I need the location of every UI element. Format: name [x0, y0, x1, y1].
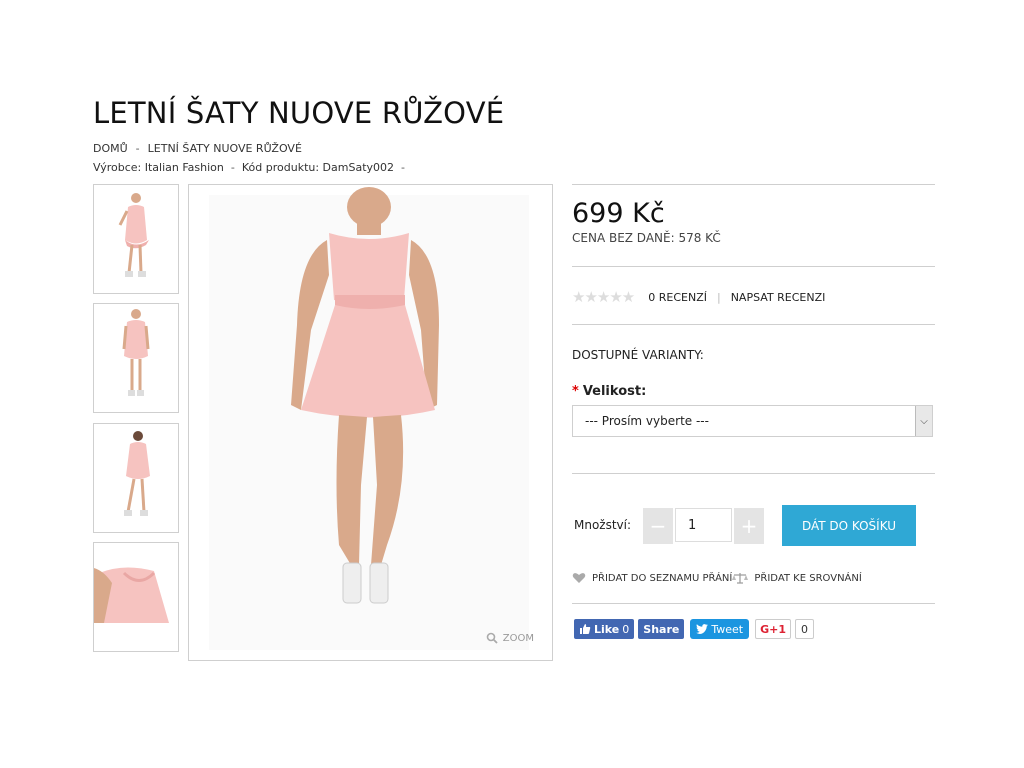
divider — [572, 184, 935, 185]
divider — [572, 473, 935, 474]
compare-label: PŘIDAT KE SROVNÁNÍ — [754, 572, 862, 584]
dress-model-image — [209, 187, 529, 650]
thumbnail-2[interactable] — [93, 303, 179, 413]
heart-icon — [572, 573, 586, 583]
size-label: * Velikost: — [572, 384, 646, 399]
scale-icon — [732, 573, 749, 584]
add-to-wishlist-link[interactable]: PŘIDAT DO SEZNAMU PŘÁNÍ — [572, 572, 732, 584]
separator: | — [716, 290, 721, 304]
product-meta: Výrobce: Italian Fashion - Kód produktu: D… — [93, 161, 406, 174]
reviews-count-link[interactable]: 0 RECENZÍ — [648, 291, 707, 304]
social-buttons: Like 0 Share Tweet G+1 0 — [574, 619, 814, 639]
google-plus-button[interactable]: G+1 — [755, 619, 791, 639]
add-to-cart-button[interactable]: DÁT DO KOŠÍKU — [782, 505, 916, 546]
facebook-like-button[interactable]: Like 0 — [574, 619, 635, 639]
page-title: LETNÍ ŠATY NUOVE RŮŽOVÉ — [93, 96, 505, 130]
zoom-control[interactable]: ZOOM — [486, 632, 534, 644]
thumbnail-1[interactable] — [93, 184, 179, 294]
divider — [572, 603, 935, 604]
rating-stars: ★★★★★ — [572, 288, 635, 306]
tweet-label: Tweet — [711, 622, 744, 636]
divider — [572, 324, 935, 325]
quantity-decrease-button[interactable]: − — [643, 508, 673, 544]
price-without-tax: CENA BEZ DANĚ: 578 KČ — [572, 231, 721, 245]
main-product-image[interactable]: ZOOM — [188, 184, 553, 661]
product-code: Kód produktu: DamSaty002 — [241, 161, 395, 174]
size-select-value: --- Prosím vyberte --- — [585, 414, 709, 428]
twitter-bird-icon — [696, 624, 709, 634]
wishlist-label: PŘIDAT DO SEZNAMU PŘÁNÍ — [592, 572, 733, 584]
thumbnail-3[interactable] — [93, 423, 179, 533]
wishlist-compare-row: PŘIDAT DO SEZNAMU PŘÁNÍ PŘIDAT KE SROVNÁ… — [572, 572, 862, 584]
chevron-down-icon[interactable]: ⌵ — [915, 406, 932, 436]
thumbnail-3-image — [124, 431, 150, 516]
variants-heading: DOSTUPNÉ VARIANTY: — [572, 348, 704, 362]
breadcrumb-current[interactable]: LETNÍ ŠATY NUOVE RŮŽOVÉ — [148, 142, 302, 155]
breadcrumb: DOMŮ - LETNÍ ŠATY NUOVE RŮŽOVÉ — [93, 142, 302, 155]
thumbnail-4[interactable] — [93, 542, 179, 652]
quantity-input[interactable]: 1 — [675, 508, 732, 542]
write-review-link[interactable]: NAPSAT RECENZI — [731, 291, 826, 304]
google-plus-count: 0 — [794, 619, 814, 639]
tweet-button[interactable]: Tweet — [690, 619, 750, 639]
thumbnail-4-image — [94, 567, 169, 623]
size-label-text: Velikost: — [582, 384, 647, 399]
size-select[interactable]: --- Prosím vyberte --- ⌵ — [572, 405, 933, 437]
facebook-share-button[interactable]: Share — [638, 619, 685, 639]
like-count: 0 — [622, 622, 630, 636]
divider — [572, 266, 935, 267]
quantity-increase-button[interactable]: + — [734, 508, 764, 544]
price: 699 Kč — [572, 198, 665, 229]
rating-row: ★★★★★ 0 RECENZÍ | NAPSAT RECENZI — [572, 288, 825, 306]
like-label: Like — [594, 622, 620, 636]
thumbnail-1-image — [118, 193, 149, 277]
manufacturer: Výrobce: Italian Fashion — [93, 161, 224, 174]
magnifier-icon — [486, 632, 498, 644]
thumbs-up-icon — [580, 624, 591, 634]
add-to-compare-link[interactable]: PŘIDAT KE SROVNÁNÍ — [732, 572, 862, 584]
zoom-label: ZOOM — [502, 632, 534, 644]
required-mark: * — [572, 384, 579, 399]
breadcrumb-home[interactable]: DOMŮ — [93, 142, 128, 155]
quantity-label: Množství: — [574, 518, 632, 532]
thumbnail-2-image — [122, 309, 150, 396]
